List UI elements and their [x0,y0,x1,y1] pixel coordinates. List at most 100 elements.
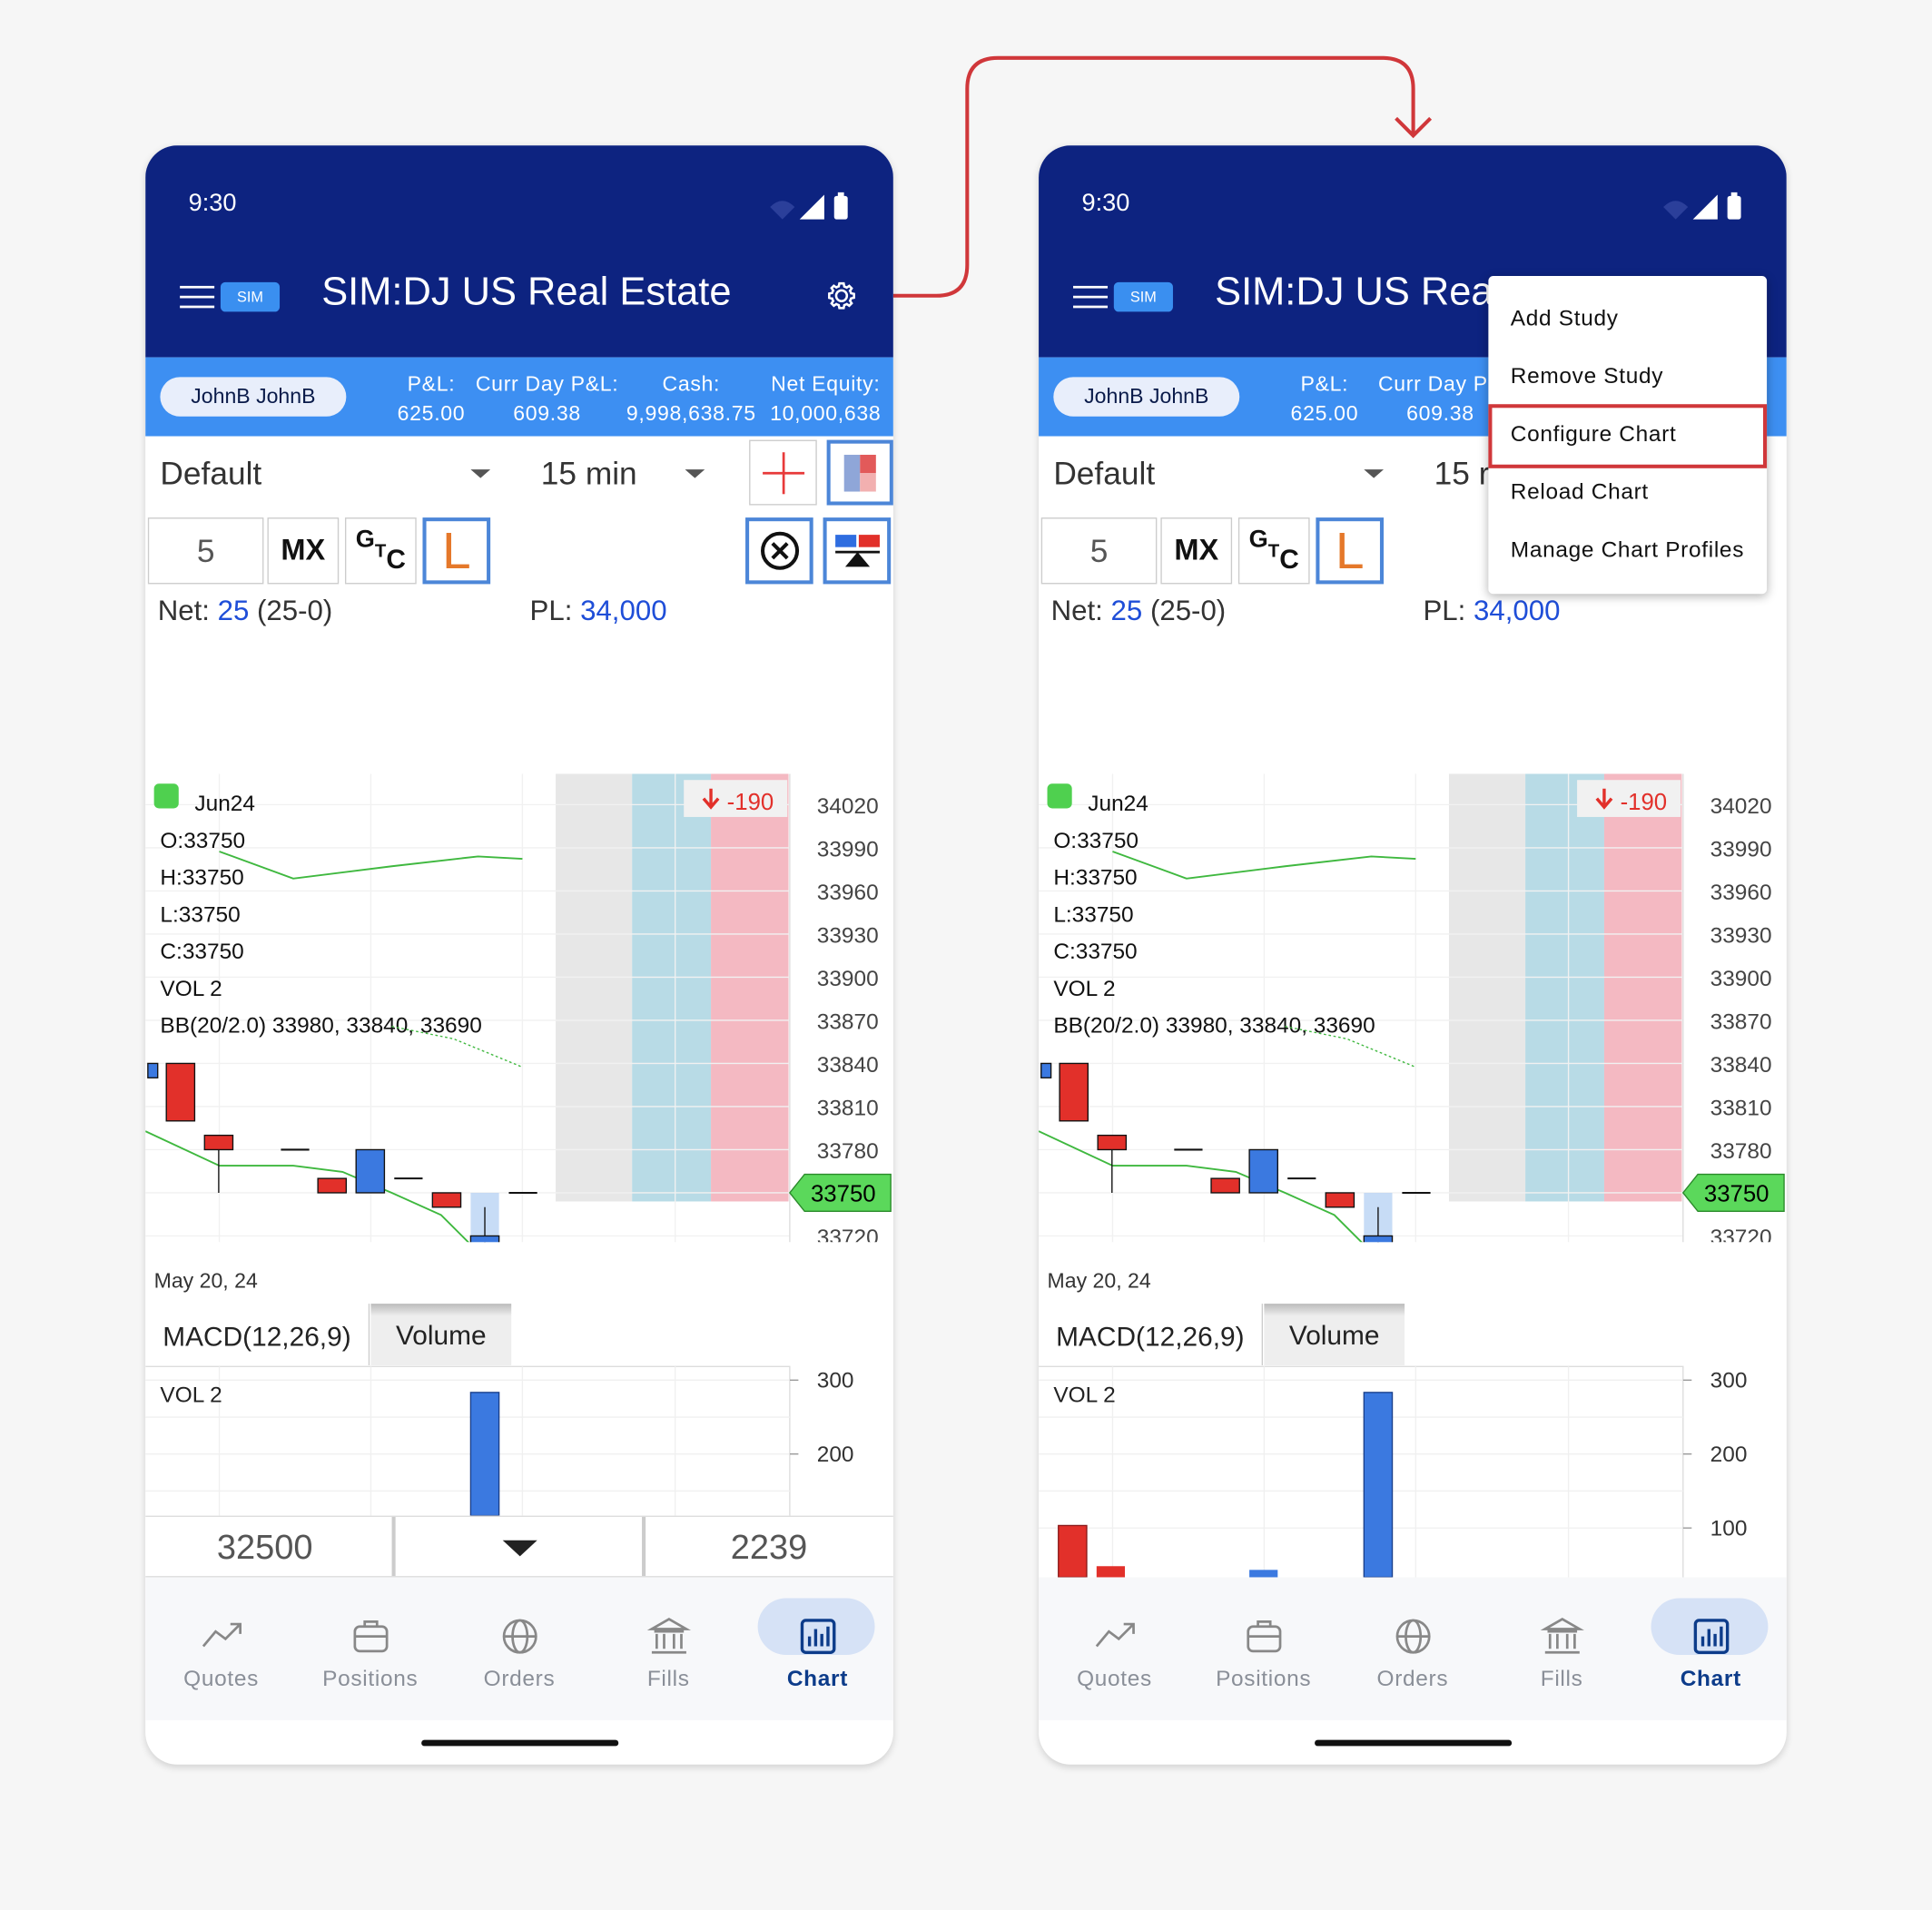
limit-button[interactable]: L [1316,517,1385,585]
profile-dropdown[interactable]: Default [160,455,261,493]
limit-button[interactable]: L [422,517,491,585]
price-tick: 33900 [1710,967,1772,991]
crosshair-button[interactable] [749,439,817,506]
interval-dropdown[interactable]: 15 r [1434,455,1490,493]
mx-button[interactable]: MX [267,517,340,585]
price-tick: 33840 [1710,1053,1772,1078]
menu-item-remove-study[interactable]: Remove Study [1511,363,1663,389]
price-tick: 33870 [1710,1009,1772,1034]
briefcase-icon [353,1620,389,1653]
account-bar: JohnB JohnB P&L: 625.00 Curr Day P&L: 609.… [145,357,893,437]
quantity-field[interactable]: 5 [147,517,264,585]
menu-item-manage-chart-profiles[interactable]: Manage Chart Profiles [1511,537,1744,564]
change-value: -190 [727,790,774,815]
nav-positions[interactable]: Positions [1189,1577,1338,1719]
nav-quotes[interactable]: Quotes [146,1577,295,1719]
bottom-nav: Quotes Positions Orders Fills Chart [1039,1577,1787,1720]
pl-metric: P&L: 625.00 [397,371,466,426]
price-tick: 33810 [1710,1096,1772,1120]
legend-text: VOL 2 [160,977,222,1001]
legend-text: L:33750 [1053,902,1133,927]
page-title: SIM:DJ US Real [1215,268,1503,313]
legend-text: VOL 2 [1053,977,1115,1001]
tab-volume[interactable]: Volume [370,1304,512,1365]
candle [1325,1192,1355,1208]
volume-bar [1249,1570,1278,1578]
nav-label: Quotes [1077,1666,1152,1691]
tab-macd[interactable]: MACD(12,26,9) [1039,1304,1264,1365]
split-color-icon [843,454,876,491]
mx-button[interactable]: MX [1160,517,1233,585]
gear-icon[interactable] [823,277,861,314]
menu-item-add-study[interactable]: Add Study [1511,306,1619,332]
nav-label: Fills [646,1666,690,1691]
quantity-field[interactable]: 5 [1040,517,1158,585]
current-price: 33750 [1704,1181,1769,1206]
nav-fills[interactable]: Fills [1487,1577,1636,1719]
nav-chart[interactable]: Chart [1636,1577,1785,1719]
price-chart[interactable]: Jun24 O:33750 H:33750 L:33750 C:33750 VOL 2 BB… [145,626,893,1243]
nav-orders[interactable]: Orders [1338,1577,1487,1719]
caret-down-icon[interactable] [502,1540,537,1557]
flatten-button[interactable] [823,517,892,585]
price-tick: 33810 [817,1096,879,1120]
nav-fills[interactable]: Fills [594,1577,743,1719]
cancel-all-button[interactable] [745,517,813,585]
study-tabs: MACD(12,26,9) Volume [145,1304,893,1365]
tab-volume[interactable]: Volume [1264,1304,1405,1365]
legend-text: L:33750 [160,902,240,927]
price-chart[interactable]: Jun24 O:33750 H:33750 L:33750 C:33750 VOL 2 BB… [1039,626,1787,1243]
volume-bar [1363,1392,1394,1578]
menu-icon[interactable] [1073,285,1109,310]
trending-up-icon [1095,1622,1135,1648]
gtc-button[interactable]: GTC [1237,517,1310,585]
cash-metric: Cash: 9,998,638.75 [626,371,756,426]
session-band [632,773,712,1202]
signal-battery-icon [1663,192,1741,220]
vol-axis-tick: 200 [1710,1442,1748,1467]
account-name-chip[interactable]: JohnB JohnB [1053,377,1240,417]
briefcase-icon [1247,1620,1282,1653]
close-icon [760,531,799,570]
legend-text: Jun24 [1088,792,1148,816]
price-tick: 33870 [817,1009,879,1034]
nav-chart[interactable]: Chart [743,1577,892,1719]
menu-item-reload-chart[interactable]: Reload Chart [1511,479,1649,506]
chevron-down-icon[interactable] [470,469,491,478]
interval-dropdown[interactable]: 15 min [541,455,637,493]
legend-text: BB(20/2.0) 33980, 33840, 33690 [160,1013,481,1038]
bar-chart-icon [800,1619,836,1654]
stage: 9:30 SIM SIM:DJ US Real Estate JohnB Joh… [0,0,1932,1910]
candle [203,1134,234,1151]
candle [469,1235,500,1243]
candle [1059,1062,1089,1122]
ask-price[interactable]: 2239 [731,1517,808,1579]
bank-icon [646,1618,692,1654]
profile-dropdown[interactable]: Default [1053,455,1155,493]
legend-text: O:33750 [1053,829,1138,853]
page-title: SIM:DJ US Real Estate [321,268,732,313]
candle [147,1062,159,1078]
date-label: May 20, 24 [153,1269,258,1293]
price-tick: 34020 [1710,794,1772,819]
nav-orders[interactable]: Orders [445,1577,594,1719]
nav-quotes[interactable]: Quotes [1040,1577,1188,1719]
session-band [1448,773,1526,1202]
nav-positions[interactable]: Positions [296,1577,445,1719]
price-tick: 33960 [1710,881,1772,905]
vol-label: VOL 2 [1053,1383,1116,1408]
order-toolbar: 5 MX GTC L [145,515,893,588]
color-toggle-button[interactable] [826,439,893,506]
session-band [711,773,789,1202]
menu-icon[interactable] [180,285,215,310]
chevron-down-icon[interactable] [1364,469,1385,478]
menu-item-configure-chart[interactable]: Configure Chart [1511,421,1677,448]
status-light [153,783,179,809]
account-name-chip[interactable]: JohnB JohnB [160,377,347,417]
chevron-down-icon[interactable] [685,469,705,478]
candle [1248,1148,1278,1194]
tab-macd[interactable]: MACD(12,26,9) [145,1304,370,1365]
gtc-button[interactable]: GTC [344,517,417,585]
candle [355,1148,386,1194]
bid-price[interactable]: 32500 [217,1517,313,1579]
